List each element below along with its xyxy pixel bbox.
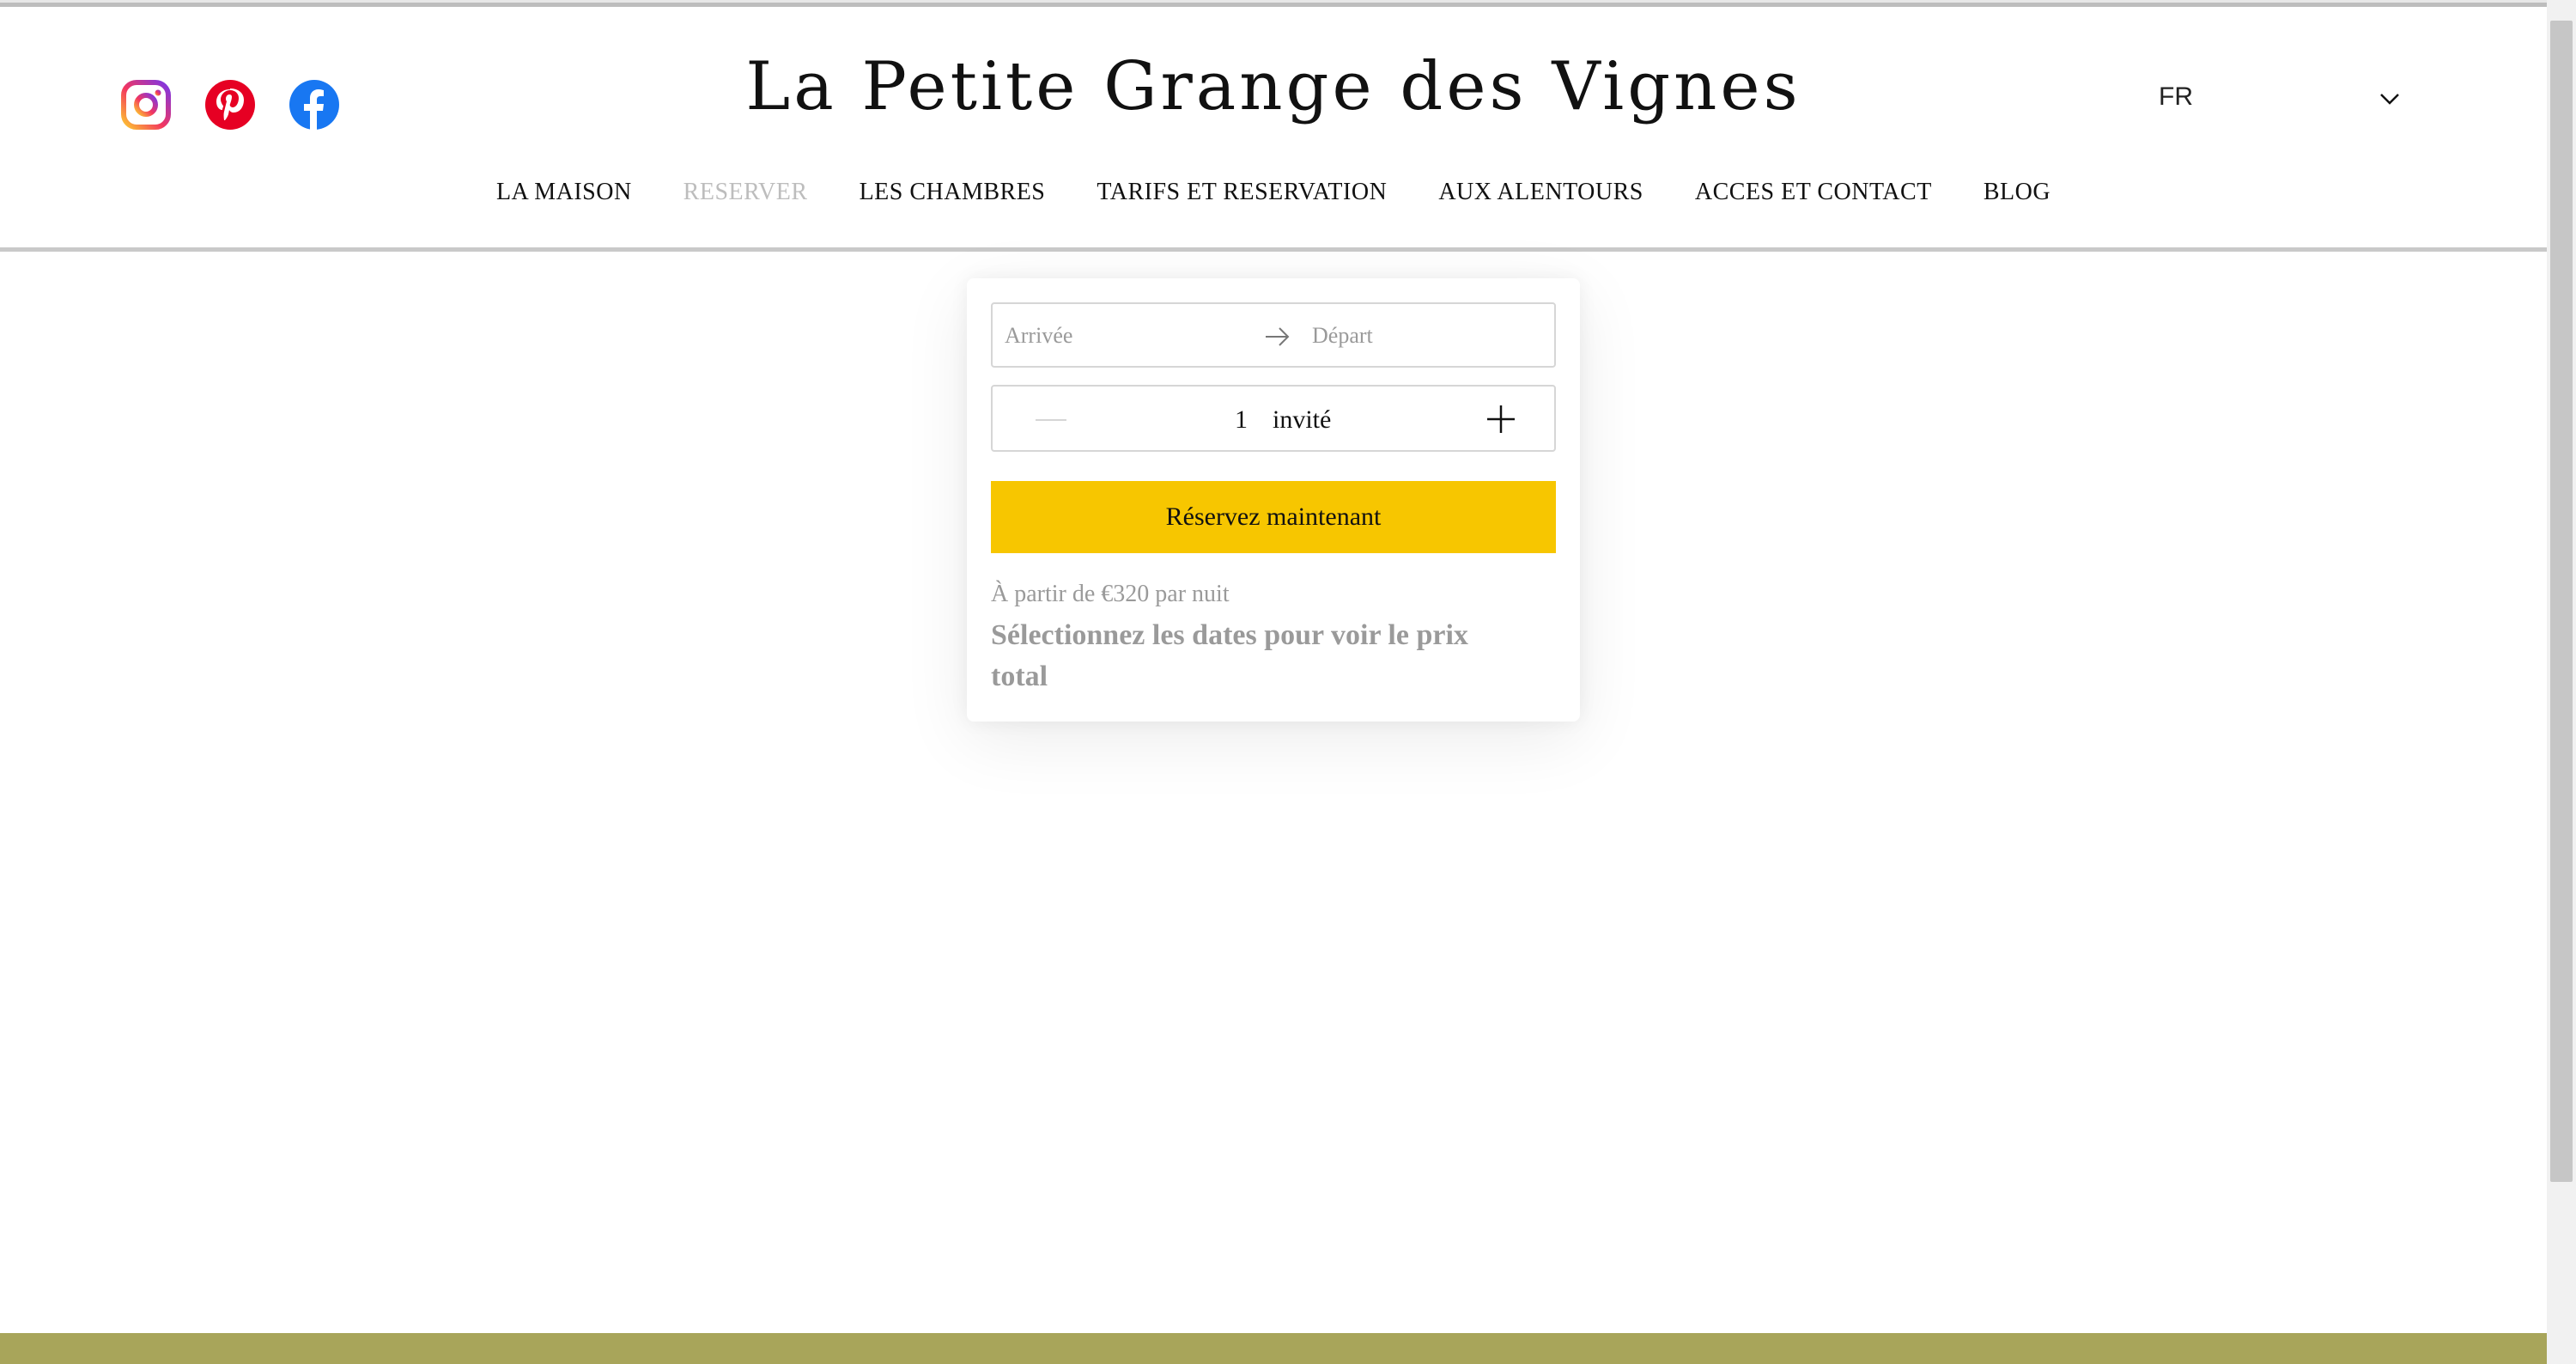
scrollbar[interactable] bbox=[2547, 0, 2576, 1364]
arrow-right-icon bbox=[1266, 327, 1290, 346]
minus-icon[interactable] bbox=[1036, 419, 1066, 421]
guest-count: 1 bbox=[1235, 405, 1248, 434]
date-range-picker[interactable]: Arrivée Départ bbox=[991, 302, 1556, 368]
plus-icon[interactable] bbox=[1485, 404, 1516, 435]
nav-item-blog[interactable]: BLOG bbox=[1984, 179, 2050, 206]
browser-top-strip bbox=[0, 0, 2547, 7]
nav-item-tarifs[interactable]: TARIFS ET RESERVATION bbox=[1097, 179, 1387, 206]
nav-item-acces-contact[interactable]: ACCES ET CONTACT bbox=[1695, 179, 1932, 206]
scrollbar-thumb[interactable] bbox=[2550, 21, 2573, 1182]
booking-widget: Arrivée Départ 1 invité Réservez mainten… bbox=[967, 278, 1580, 722]
nav-item-reserver[interactable]: RESERVER bbox=[683, 179, 808, 206]
nav-item-la-maison[interactable]: LA MAISON bbox=[496, 179, 632, 206]
arrival-date-field[interactable]: Arrivée bbox=[1005, 323, 1072, 349]
nav-item-aux-alentours[interactable]: AUX ALENTOURS bbox=[1438, 179, 1643, 206]
main-nav: LA MAISON RESERVER LES CHAMBRES TARIFS E… bbox=[0, 179, 2547, 206]
site-header: La Petite Grange des Vignes FR LA MAISON… bbox=[0, 7, 2547, 249]
guest-label: invité bbox=[1273, 405, 1332, 434]
price-total-note: Sélectionnez les dates pour voir le prix… bbox=[991, 619, 1468, 692]
chevron-down-icon[interactable] bbox=[2377, 86, 2403, 112]
language-selector[interactable]: FR bbox=[2159, 82, 2193, 112]
book-now-button[interactable]: Réservez maintenant bbox=[991, 481, 1556, 553]
nav-item-les-chambres[interactable]: LES CHAMBRES bbox=[860, 179, 1046, 206]
price-from-text: À partir de €320 par nuit bbox=[991, 581, 1230, 607]
departure-date-field[interactable]: Départ bbox=[1312, 323, 1373, 349]
top-strip-highlight bbox=[0, 0, 2547, 3]
guest-stepper: 1 invité bbox=[991, 385, 1556, 452]
header-divider bbox=[0, 247, 2547, 252]
footer-bar bbox=[0, 1333, 2547, 1364]
